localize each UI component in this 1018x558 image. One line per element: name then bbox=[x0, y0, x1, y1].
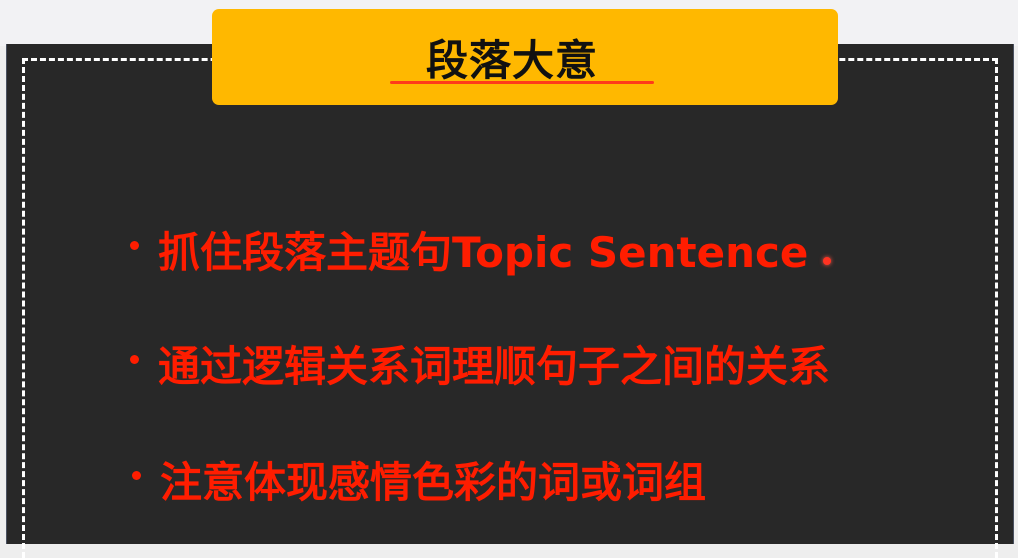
bullet-dot-icon bbox=[130, 241, 139, 250]
title-banner: 段落大意 bbox=[212, 9, 838, 105]
slide-title: 段落大意 bbox=[425, 36, 598, 85]
bullet-text: 通过逻辑关系词理顺句子之间的关系 bbox=[158, 342, 831, 391]
bullet-text: 抓住段落主题句Topic Sentence bbox=[158, 228, 809, 277]
laser-pointer-dot bbox=[823, 257, 831, 265]
bullet-item-topic-sentence: 抓住段落主题句Topic Sentence bbox=[130, 219, 808, 280]
bullet-dot-icon bbox=[130, 355, 139, 364]
bullet-item-logic-words: 通过逻辑关系词理顺句子之间的关系 bbox=[130, 333, 830, 394]
bullet-item-emotion-words: 注意体现感情色彩的词或词组 bbox=[132, 449, 706, 510]
bullet-text: 注意体现感情色彩的词或词组 bbox=[160, 458, 707, 507]
bullet-dot-icon bbox=[132, 471, 141, 480]
title-underline bbox=[390, 81, 654, 84]
